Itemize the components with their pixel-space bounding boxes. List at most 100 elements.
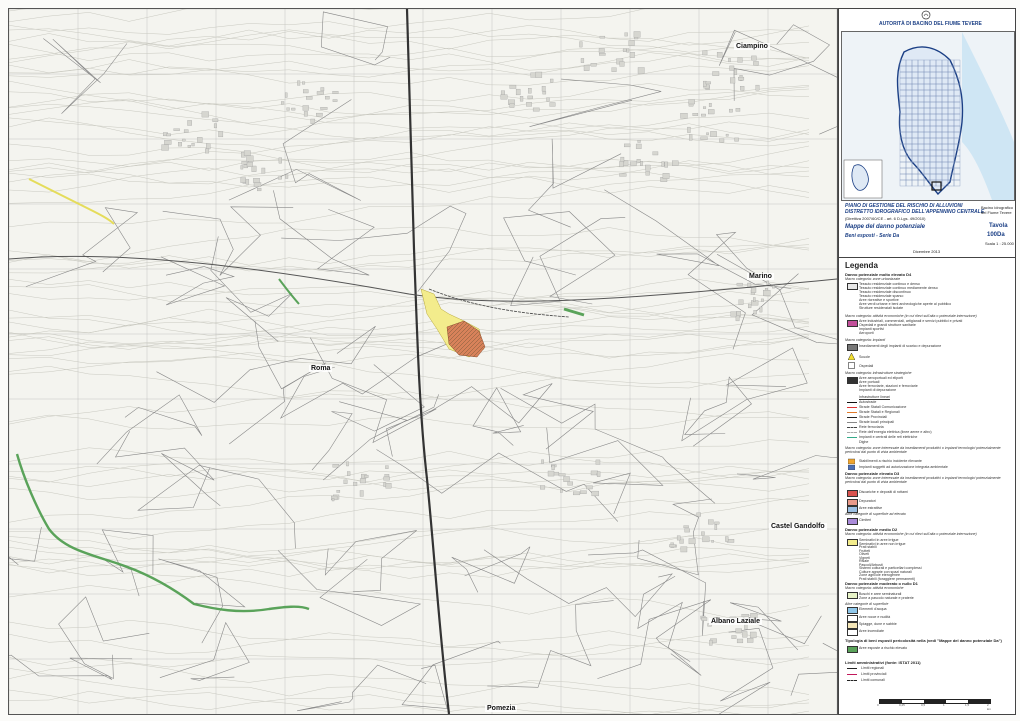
swatch-d1 <box>847 592 858 599</box>
road-legend-label: Rete ferroviaria <box>859 425 884 429</box>
d3-cat: Macro categoria: zone interessate da ins… <box>845 476 1001 485</box>
scale-bar <box>879 699 991 704</box>
highway-main <box>405 9 451 714</box>
authority-name: AUTORITÀ DI BACINO DEL FIUME TEVERE <box>879 21 982 27</box>
d1-cat2-item-3: Aree incendiate <box>859 629 884 633</box>
basin-name: del Fiume Tevere <box>981 210 1012 215</box>
legend-panel: AUTORITÀ DI BACINO DEL FIUME TEVERE PIAN… <box>838 8 1016 715</box>
directive: (Direttiva 2007/60/CE - art. 6 D.Lgs. 49… <box>845 216 926 221</box>
tipologia-heading: Tipologia di beni esposti pericolosità n… <box>845 638 1002 643</box>
flood-area-hatch <box>447 321 485 357</box>
d1-cat2-item-2: Spiagge, dune e sabbie <box>859 622 897 626</box>
river-green-north <box>278 278 300 305</box>
school-icon <box>848 353 855 360</box>
schools-label: Scuole <box>859 355 870 359</box>
road-legend-label: Strade Statali Comunicazione <box>859 405 907 409</box>
road-legend-line <box>847 402 857 403</box>
limit-provincial-line <box>847 674 857 675</box>
aia-plant-icon <box>848 464 855 470</box>
map-sheet: Ciampino Marino Roma Castel Gandolfo Alb… <box>0 0 1020 721</box>
limit-regional: Limiti regionali <box>861 666 884 670</box>
road-legend-line <box>847 407 857 408</box>
swatch-d3-landfill <box>847 490 858 497</box>
tipologia-item: Aree esposte a rischio elevato <box>859 646 908 650</box>
d3-item-0: Discariche e depositi di rottami <box>859 490 908 494</box>
river-green-south <box>15 453 310 613</box>
road-legend-line <box>847 417 857 418</box>
limit-regional-line <box>847 668 857 670</box>
road-legend-line <box>847 412 857 413</box>
date-label: Dicembre 2013 <box>913 249 941 254</box>
d1-cat2-item-0: Elementi d'acqua <box>859 607 887 611</box>
d4-cat5-item-1: Impianti soggetti ad autorizzazione inte… <box>859 465 948 469</box>
road-legend-line <box>847 427 857 428</box>
basin-map-graphic <box>843 32 1014 200</box>
swatch-d4-infra <box>847 377 858 384</box>
swatch-d4-urban <box>847 283 858 290</box>
d4-cat5: Macro categoria: zone interessate da ins… <box>845 446 1001 455</box>
road-legend-line <box>847 432 857 433</box>
swatch-d1-rocks <box>847 615 858 622</box>
d4-cat4: Macro categoria: infrastrutture strategi… <box>845 371 912 375</box>
tavola-label: Tavola <box>989 223 1008 229</box>
d3-item-1: Depuratori <box>859 499 876 503</box>
d4-cat1: Macro categoria: zone urbanizzate <box>845 277 901 281</box>
d1-cat2-item-1: Aree rocce e nudità <box>859 615 891 619</box>
scale-label: Scala 1 : 25.000 <box>985 241 1014 246</box>
hospitals-label: Ospedali <box>859 364 874 368</box>
road-legend-label: Rete dell'energia elettrica (linee aeree… <box>859 430 932 434</box>
road-legend-line <box>847 437 857 438</box>
limit-municipal: Limiti comunali <box>861 678 885 682</box>
d3-cat2: Altre categorie di superficie ad elevato <box>845 512 906 516</box>
series-label: Beni esposti - Serie Da <box>845 233 900 239</box>
swatch-d4-plants <box>847 344 858 351</box>
d4-cat3-item: Insediamenti degli impianti di scarico e… <box>859 344 942 348</box>
place-label-marino: Marino <box>747 273 774 280</box>
swatch-d4-industrial <box>847 320 858 327</box>
swatch-exposed <box>847 646 858 653</box>
swatch-d3-depuratori <box>847 499 858 506</box>
place-label-albano-laziale: Albano Laziale <box>709 618 763 625</box>
hospital-icon <box>848 362 855 369</box>
map-canvas <box>9 9 837 714</box>
d3-cat2-item: Cimiteri <box>859 518 872 522</box>
road-legend-label: Autostrade <box>859 400 877 404</box>
place-label-ciampino: Ciampino <box>734 43 770 50</box>
legend-item: Prati stabili (foraggiere permanenti) <box>859 576 916 581</box>
swatch-d2 <box>847 539 858 546</box>
scale-bar-tick: 1,5 <box>965 703 970 707</box>
limit-provincial: Limiti provinciali <box>861 672 887 676</box>
limits-heading: Limiti amministrativi (fonte: ISTAT 2011… <box>845 660 921 665</box>
swatch-d1-burnt <box>847 629 858 636</box>
legend-item: Impianti di depurazione <box>859 388 897 392</box>
river-green-east <box>563 307 585 317</box>
tavola-number: 100Da <box>987 232 1005 238</box>
scale-bar-tick: 1 <box>943 703 945 707</box>
scale-bar-tick: 0 <box>877 703 879 707</box>
place-label-castel-gandolfo: Castel Gandolfo <box>769 523 827 530</box>
d1-cat: Macro categoria: attività economiche <box>845 586 904 590</box>
map-area[interactable]: Ciampino Marino Roma Castel Gandolfo Alb… <box>8 8 838 715</box>
swatch-d1-water <box>847 607 858 614</box>
basin-map[interactable] <box>841 31 1015 201</box>
road-legend-label: Strade Provinciali <box>859 415 887 419</box>
scale-bar-tick: 0,5 <box>921 703 926 707</box>
limit-municipal-line <box>847 680 857 681</box>
d4-cat3: Macro categoria: impianti <box>845 338 886 342</box>
d3-item-2: Aree estrattive <box>859 506 883 510</box>
swatch-d1-dunes <box>847 622 858 629</box>
d4-cat5-item-0: Stabilimenti a rischio incidente rilevan… <box>859 459 922 463</box>
authority-logo-icon <box>921 10 931 20</box>
d2-cat: Macro categoria: attività economiche (in… <box>845 532 977 536</box>
road-legend-label: Strade locali principali <box>859 420 894 424</box>
road-legend-label: Strade Statali e Regionali <box>859 410 900 414</box>
road-legend-line <box>847 422 857 423</box>
place-label-pomezia: Pomezia <box>485 705 518 712</box>
scale-bar-tick: 0,25 <box>899 703 905 707</box>
coordinate-grid <box>9 9 837 714</box>
district-name: DISTRETTO IDROGRAFICO DELL'APPENNINO CEN… <box>845 209 985 215</box>
roads-heading: Infrastrutture lineari <box>859 395 890 399</box>
place-label-roma: Roma <box>309 365 333 372</box>
legend-item: Aeroporti <box>859 331 874 335</box>
swatch-d3-cemetery <box>847 518 858 525</box>
